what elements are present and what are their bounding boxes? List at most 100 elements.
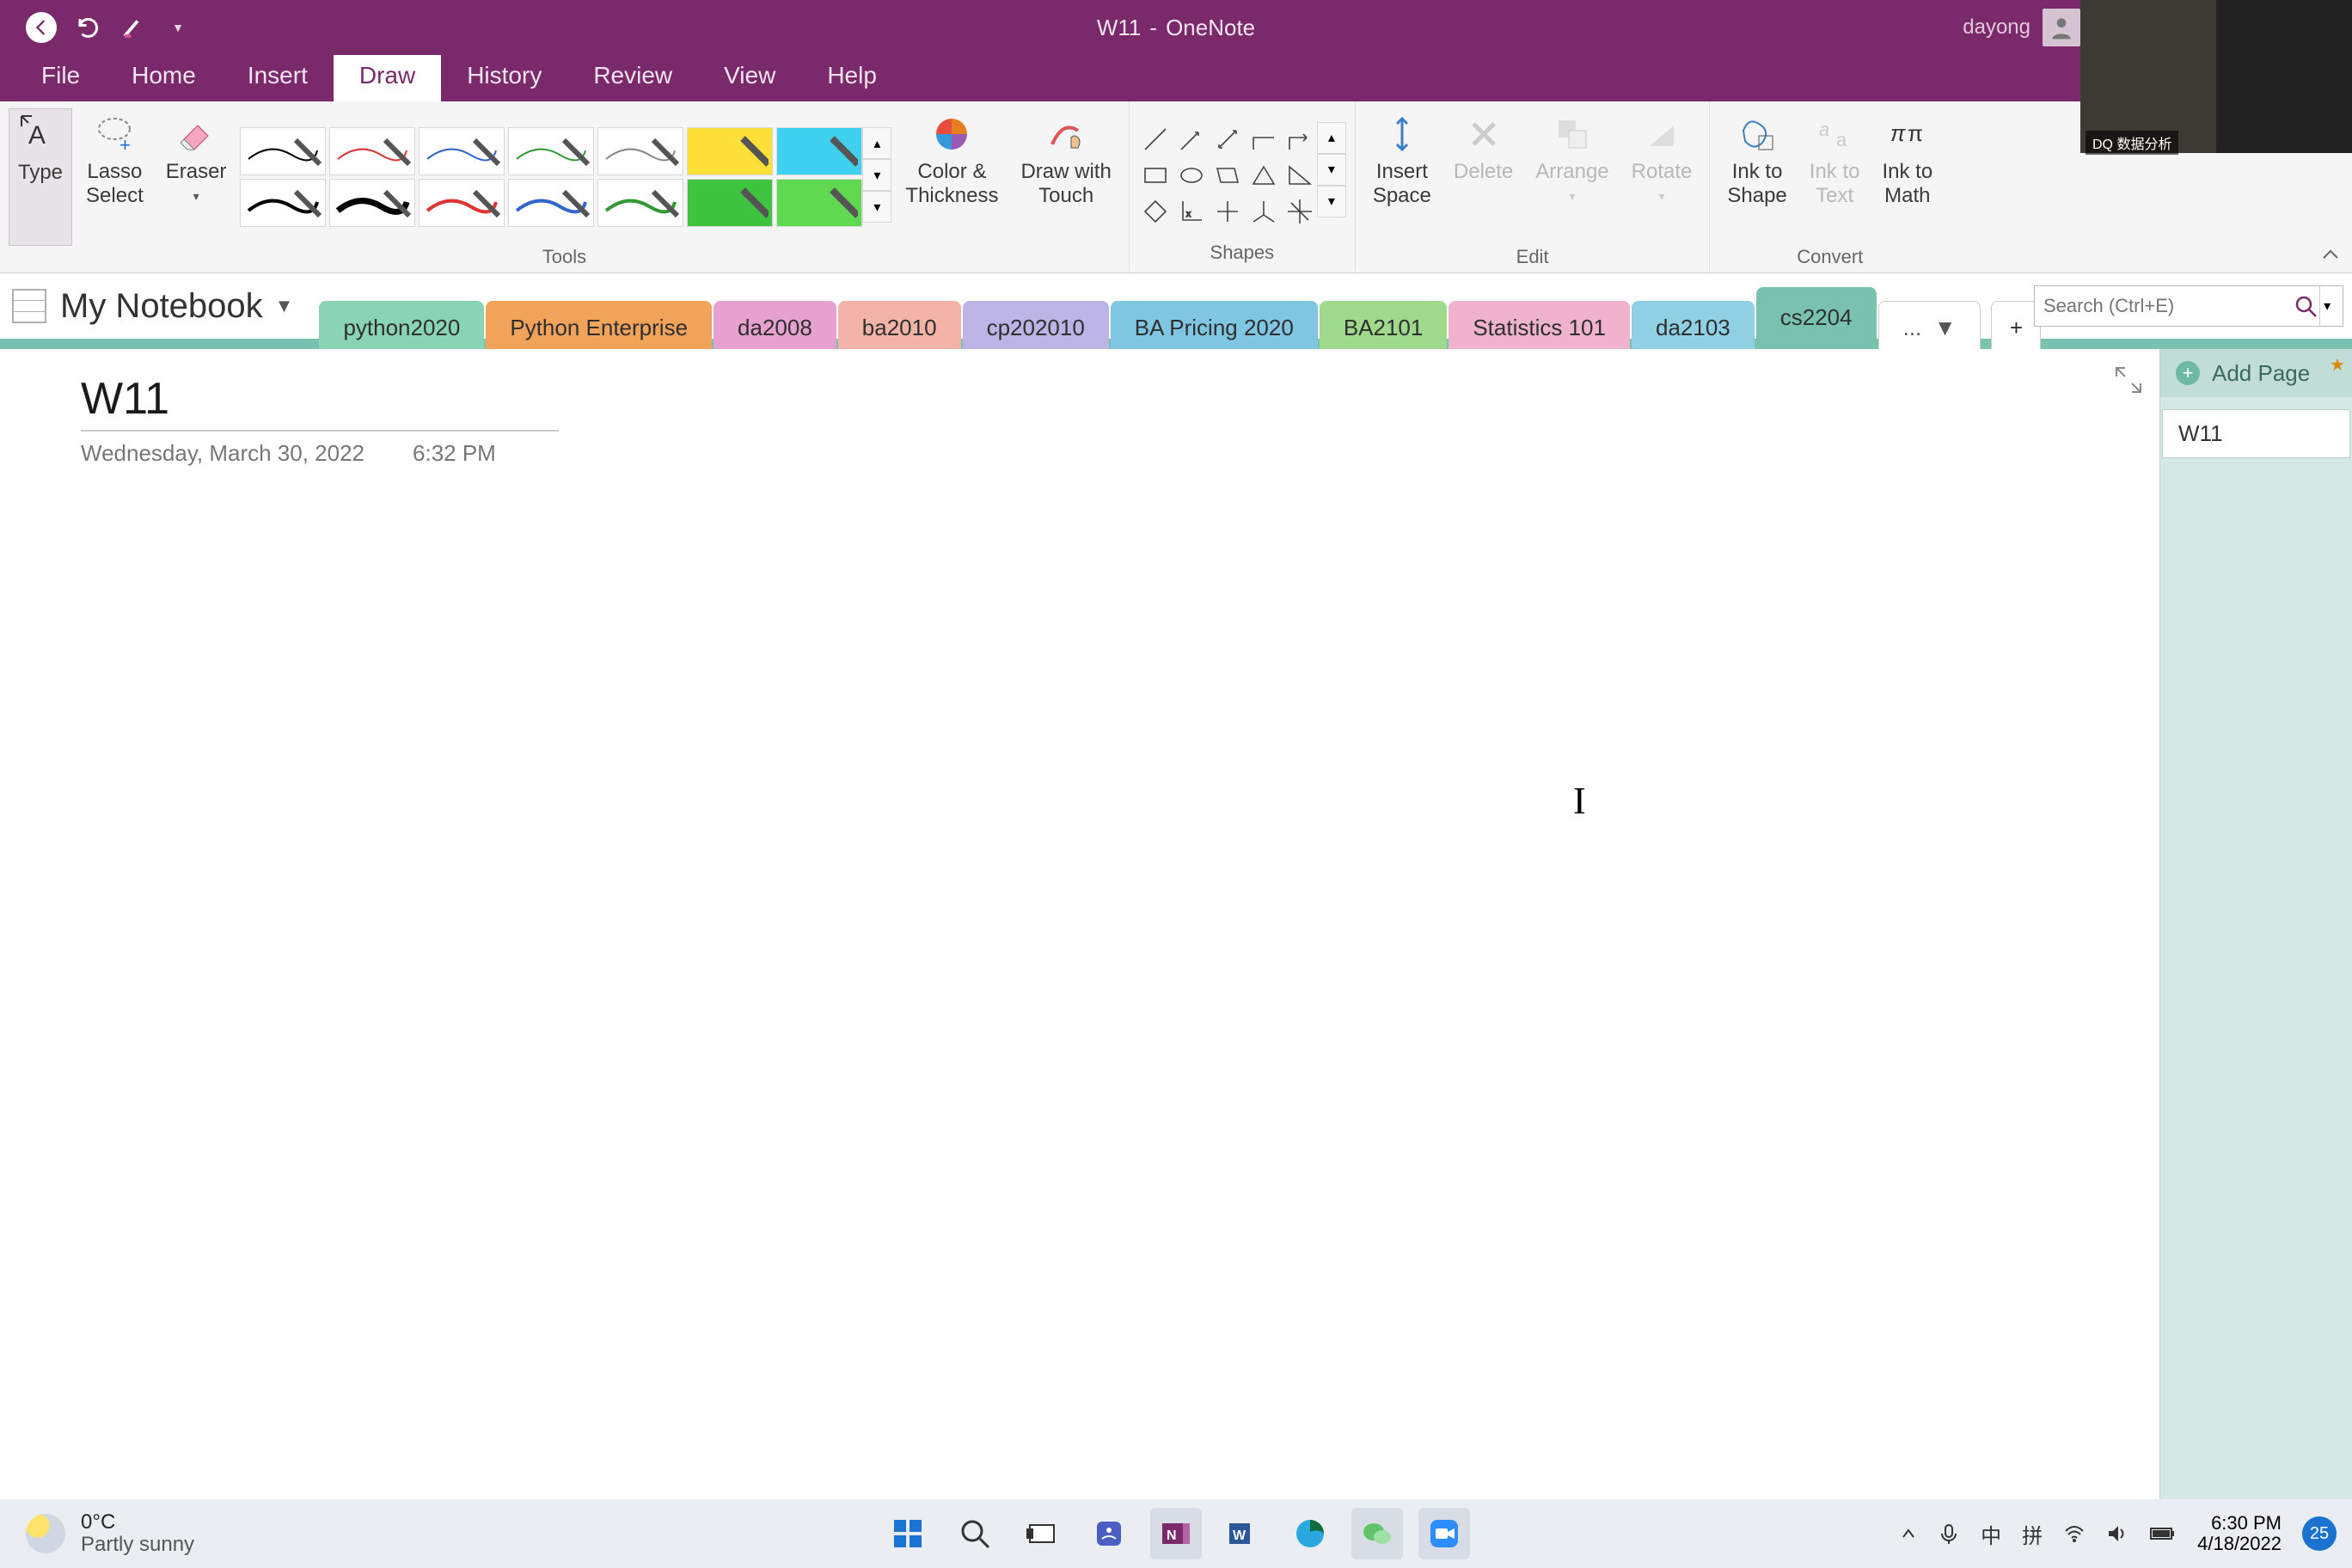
taskbar-app-chat[interactable] — [1083, 1508, 1135, 1559]
shape-gallery-up[interactable]: ▴ — [1317, 122, 1346, 154]
user-avatar[interactable] — [2043, 9, 2080, 46]
pen-black-med[interactable] — [240, 179, 326, 227]
tray-ime-mode[interactable]: 拼 — [2022, 1519, 2043, 1549]
tray-clock[interactable]: 6:30 PM 4/18/2022 — [2197, 1513, 2282, 1554]
shape-rectangle[interactable] — [1138, 158, 1173, 193]
tab-view[interactable]: View — [698, 52, 801, 101]
section-da2008[interactable]: da2008 — [714, 301, 836, 349]
tray-notifications[interactable]: 25 — [2302, 1516, 2337, 1551]
tray-volume-icon[interactable] — [2106, 1522, 2128, 1545]
tray-ime-lang[interactable]: 中 — [1981, 1519, 2001, 1549]
back-button[interactable] — [26, 12, 57, 43]
highlighter-green[interactable] — [687, 179, 773, 227]
shape-line[interactable] — [1138, 122, 1173, 156]
pen-gray-thin[interactable] — [597, 127, 683, 175]
tab-history[interactable]: History — [441, 52, 567, 101]
ink-to-math-button[interactable]: ππ Ink to Math — [1873, 108, 1941, 246]
shape-arrow[interactable] — [1174, 122, 1209, 156]
taskbar-app-wechat[interactable] — [1351, 1508, 1403, 1559]
tab-help[interactable]: Help — [801, 52, 903, 101]
highlighter-yellow[interactable] — [687, 127, 773, 175]
taskbar-app-edge[interactable] — [1284, 1508, 1336, 1559]
pen-gallery-down[interactable]: ▾ — [862, 159, 891, 191]
type-button[interactable]: A Type — [9, 108, 72, 246]
shape-gallery[interactable]: x — [1138, 122, 1317, 229]
qat-dropdown[interactable]: ▼ — [165, 15, 191, 40]
insert-space-button[interactable]: Insert Space — [1364, 108, 1440, 246]
page-canvas[interactable]: W11 Wednesday, March 30, 2022 6:32 PM I — [0, 349, 2159, 1499]
tray-mic-icon[interactable] — [1938, 1522, 1960, 1545]
section-statistics[interactable]: Statistics 101 — [1449, 301, 1630, 349]
shape-axes-2d-neg[interactable] — [1210, 194, 1245, 229]
fullscreen-icon[interactable] — [2113, 364, 2144, 395]
ink-to-shape-button[interactable]: Ink to Shape — [1718, 108, 1795, 246]
section-ba2101[interactable]: BA2101 — [1320, 301, 1448, 349]
shape-axes-3d-neg[interactable] — [1283, 194, 1317, 229]
shape-double-arrow[interactable] — [1210, 122, 1245, 156]
shape-elbow-arrow[interactable] — [1283, 122, 1317, 156]
section-more-button[interactable]: ... ▼ — [1878, 301, 1981, 349]
notebook-list-icon[interactable] — [12, 289, 46, 323]
section-cs2204[interactable]: cs2204 — [1756, 287, 1877, 342]
section-python2020[interactable]: python2020 — [319, 301, 484, 349]
tray-battery-icon[interactable] — [2149, 1525, 2177, 1542]
highlighter-cyan[interactable] — [776, 127, 862, 175]
taskbar-app-word[interactable]: W — [1217, 1508, 1269, 1559]
user-name[interactable]: dayong — [1963, 15, 2030, 40]
shape-diamond[interactable] — [1138, 194, 1173, 229]
taskbar-search[interactable] — [949, 1508, 1001, 1559]
pen-gallery-more[interactable]: ▾ — [862, 191, 891, 223]
tab-draw[interactable]: Draw — [334, 52, 441, 101]
collapse-ribbon-button[interactable] — [2318, 243, 2343, 269]
pen-blue-thin[interactable] — [419, 127, 505, 175]
shape-triangle[interactable] — [1246, 158, 1281, 193]
section-ba2010[interactable]: ba2010 — [838, 301, 961, 349]
pen-green-med[interactable] — [597, 179, 683, 227]
section-da2103[interactable]: da2103 — [1632, 301, 1755, 349]
shape-gallery-more[interactable]: ▾ — [1317, 186, 1346, 217]
add-page-button[interactable]: + Add Page ★ — [2160, 349, 2352, 397]
taskbar-app-onenote[interactable]: N — [1150, 1508, 1202, 1559]
touch-mode-button[interactable] — [120, 15, 146, 40]
page-item[interactable]: W11 — [2162, 409, 2350, 458]
pen-blue-med[interactable] — [508, 179, 594, 227]
pin-icon[interactable]: ★ — [2330, 354, 2345, 376]
draw-with-touch-button[interactable]: Draw with Touch — [1012, 108, 1119, 246]
lasso-select-button[interactable]: + Lasso Select — [77, 108, 152, 246]
section-python-enterprise[interactable]: Python Enterprise — [486, 301, 712, 349]
tray-wifi-icon[interactable] — [2063, 1522, 2086, 1545]
pen-gallery-up[interactable]: ▴ — [862, 127, 891, 159]
pen-green-thin[interactable] — [508, 127, 594, 175]
search-box[interactable]: ▾ — [2034, 285, 2343, 327]
eraser-button[interactable]: Eraser ▾ — [157, 108, 236, 246]
taskbar-app-zoom[interactable] — [1418, 1508, 1470, 1559]
section-ba-pricing[interactable]: BA Pricing 2020 — [1111, 301, 1318, 349]
search-input[interactable] — [2043, 295, 2291, 317]
shape-ellipse[interactable] — [1174, 158, 1209, 193]
tab-home[interactable]: Home — [106, 52, 222, 101]
tab-review[interactable]: Review — [567, 52, 698, 101]
page-title[interactable]: W11 — [81, 373, 2159, 425]
search-icon[interactable] — [2291, 289, 2319, 323]
section-cp202010[interactable]: cp202010 — [963, 301, 1109, 349]
highlighter-lime[interactable] — [776, 179, 862, 227]
color-thickness-button[interactable]: Color & Thickness — [897, 108, 1007, 246]
pen-red-med[interactable] — [419, 179, 505, 227]
start-button[interactable] — [882, 1508, 934, 1559]
taskbar-weather[interactable]: 0°C Partly sunny — [0, 1511, 194, 1557]
shape-parallelogram[interactable] — [1210, 158, 1245, 193]
pen-black-thick[interactable] — [329, 179, 415, 227]
pen-black-thin[interactable] — [240, 127, 326, 175]
undo-button[interactable] — [76, 15, 101, 40]
pen-red-thin[interactable] — [329, 127, 415, 175]
tab-file[interactable]: File — [15, 52, 106, 101]
taskbar-taskview[interactable] — [1016, 1508, 1068, 1559]
shape-axes-2d[interactable]: x — [1174, 194, 1209, 229]
tab-insert[interactable]: Insert — [222, 52, 334, 101]
pen-gallery[interactable] — [240, 127, 862, 227]
shape-gallery-down[interactable]: ▾ — [1317, 154, 1346, 186]
search-scope-dropdown[interactable]: ▾ — [2319, 286, 2334, 326]
notebook-dropdown[interactable]: My Notebook ▼ — [60, 287, 293, 326]
shape-elbow[interactable] — [1246, 122, 1281, 156]
shape-axes-3d[interactable] — [1246, 194, 1281, 229]
